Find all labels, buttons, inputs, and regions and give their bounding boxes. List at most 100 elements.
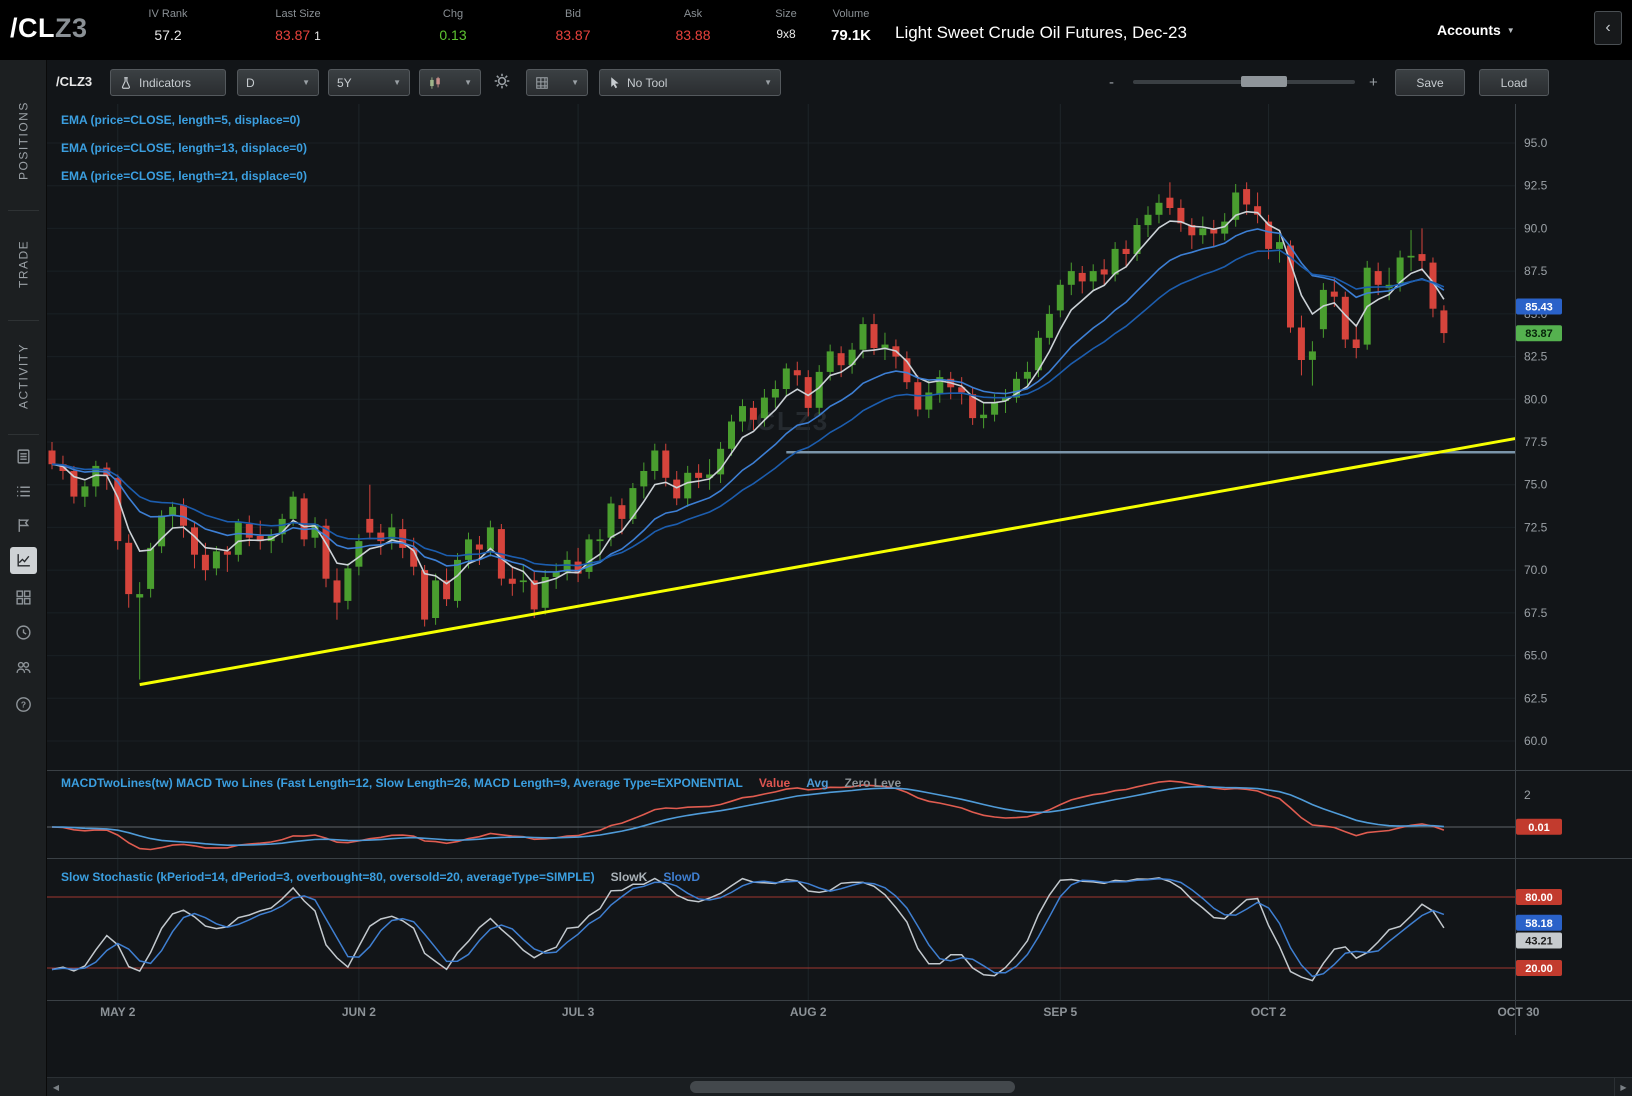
candle-body bbox=[1122, 248, 1130, 254]
candle-body bbox=[169, 506, 177, 516]
accounts-dropdown[interactable]: Accounts ▼ bbox=[1437, 22, 1515, 38]
chevron-down-icon: ▼ bbox=[393, 78, 401, 87]
load-button[interactable]: Load bbox=[1479, 69, 1549, 96]
candle-body bbox=[432, 580, 440, 618]
candle-body bbox=[1440, 310, 1448, 334]
sidebar-divider bbox=[8, 320, 39, 321]
history-clock-icon[interactable] bbox=[10, 619, 37, 646]
price-tick-label: 60.0 bbox=[1524, 734, 1548, 748]
sidebar-tab-trade[interactable]: TRADE bbox=[0, 216, 47, 312]
trendline-drawing[interactable] bbox=[139, 437, 1516, 687]
scroll-thumb[interactable] bbox=[690, 1081, 1015, 1093]
time-axis-label: OCT 2 bbox=[1251, 1005, 1287, 1019]
price-tick-label: 92.5 bbox=[1524, 179, 1548, 193]
candle-body bbox=[1243, 189, 1251, 205]
overlay-ema5 bbox=[51, 210, 1445, 585]
time-axis-label: JUN 2 bbox=[342, 1005, 376, 1019]
zoom-out-button[interactable]: - bbox=[1109, 74, 1114, 91]
chart-canvas[interactable]: 95.092.590.087.585.082.580.077.575.072.5… bbox=[47, 60, 1632, 1070]
grid-icon bbox=[536, 76, 548, 89]
axis-bubble-text: 43.21 bbox=[1525, 936, 1553, 948]
candle-body bbox=[859, 324, 867, 350]
indicators-button[interactable]: Indicators bbox=[110, 69, 226, 96]
axis-bubble-text: 80.00 bbox=[1525, 892, 1553, 904]
candle-body bbox=[333, 580, 341, 603]
chevron-down-icon: ▼ bbox=[302, 78, 310, 87]
scroll-right-arrow[interactable]: ▶ bbox=[1614, 1078, 1632, 1096]
quote-header: /CLZ3 IV Rank 57.2 Last Size 83.87 1 Chg … bbox=[0, 0, 1632, 60]
candle-body bbox=[366, 518, 374, 533]
macd-legend-value: Value bbox=[758, 776, 791, 790]
axis-bubble-text: 85.43 bbox=[1525, 302, 1553, 314]
grid-layout-dropdown[interactable]: ▼ bbox=[526, 69, 588, 96]
candle-body bbox=[245, 524, 253, 538]
chart-type-dropdown[interactable]: ▼ bbox=[419, 69, 481, 96]
candle-body bbox=[980, 414, 988, 419]
sidebar-tab-positions[interactable]: POSITIONS bbox=[0, 82, 47, 200]
macd-value-line bbox=[51, 780, 1445, 851]
candle-body bbox=[355, 541, 363, 567]
candle-body bbox=[1155, 202, 1163, 215]
sidebar-divider bbox=[8, 434, 39, 435]
price-tick-label: 77.5 bbox=[1524, 435, 1548, 449]
zoom-slider-thumb[interactable] bbox=[1241, 76, 1287, 87]
candle-body bbox=[180, 505, 187, 526]
price-tick-label: 95.0 bbox=[1524, 136, 1548, 150]
stoch-study-label[interactable]: Slow Stochastic (kPeriod=14, dPeriod=3, … bbox=[61, 870, 700, 884]
chevron-down-icon: ▼ bbox=[464, 78, 472, 87]
candle-body bbox=[212, 551, 220, 569]
chevron-down-icon: ▼ bbox=[571, 78, 579, 87]
candle-body bbox=[618, 505, 626, 519]
app-root: /CLZ3 IV Rank 57.2 Last Size 83.87 1 Chg … bbox=[0, 0, 1632, 1096]
candle-body bbox=[1308, 351, 1316, 360]
candle-body bbox=[136, 594, 144, 598]
candle-body bbox=[475, 544, 483, 550]
chart-icon[interactable] bbox=[10, 547, 37, 574]
zoom-in-button[interactable]: + bbox=[1369, 74, 1378, 91]
stoch-legend-slowk: SlowK bbox=[610, 870, 648, 884]
candle-body bbox=[114, 477, 122, 542]
candle-body bbox=[421, 570, 429, 620]
scroll-left-arrow[interactable]: ◀ bbox=[47, 1078, 65, 1096]
price-tick-label: 82.5 bbox=[1524, 350, 1548, 364]
study-labels: EMA (price=CLOSE, length=5, displace=0) … bbox=[61, 106, 307, 190]
candle-body bbox=[1056, 284, 1064, 311]
time-axis-label: SEP 5 bbox=[1043, 1005, 1077, 1019]
candle-body bbox=[1297, 327, 1305, 360]
stat-size: Size 9x8 bbox=[775, 8, 797, 41]
chart-symbol-input[interactable]: /CLZ3 bbox=[56, 74, 92, 89]
zoom-slider[interactable] bbox=[1133, 76, 1355, 87]
stat-volume: Volume 79.1K bbox=[830, 8, 872, 44]
candle-body bbox=[684, 472, 692, 499]
sidebar-tab-activity[interactable]: ACTIVITY bbox=[0, 326, 47, 426]
time-axis-label: MAY 2 bbox=[100, 1005, 136, 1019]
collapse-panel-button[interactable]: ‹ bbox=[1594, 11, 1622, 45]
candle-body bbox=[1144, 214, 1152, 226]
range-dropdown[interactable]: 5Y ▼ bbox=[328, 69, 410, 96]
candle-body bbox=[1100, 269, 1108, 275]
stoch-legend-slowd: SlowD bbox=[663, 870, 700, 884]
people-icon[interactable] bbox=[10, 654, 37, 681]
flag-icon[interactable] bbox=[10, 512, 37, 539]
study-label-ema21[interactable]: EMA (price=CLOSE, length=21, displace=0) bbox=[61, 162, 307, 190]
candle-body bbox=[1352, 339, 1360, 348]
macd-study-label[interactable]: MACDTwoLines(tw) MACD Two Lines (Fast Le… bbox=[61, 776, 901, 790]
notepad-icon[interactable] bbox=[10, 443, 37, 470]
time-axis-label: JUL 3 bbox=[562, 1005, 595, 1019]
candle-body bbox=[1330, 291, 1338, 297]
drawing-tool-dropdown[interactable]: No Tool ▼ bbox=[599, 69, 781, 96]
save-button[interactable]: Save bbox=[1395, 69, 1465, 96]
watchlist-icon[interactable] bbox=[10, 478, 37, 505]
horizontal-scrollbar[interactable]: ◀ ▶ bbox=[47, 1077, 1632, 1096]
help-icon[interactable]: ? bbox=[10, 691, 37, 718]
stat-chg: Chg 0.13 bbox=[439, 8, 467, 43]
study-label-ema13[interactable]: EMA (price=CLOSE, length=13, displace=0) bbox=[61, 134, 307, 162]
apps-grid-icon[interactable] bbox=[10, 584, 37, 611]
study-label-ema5[interactable]: EMA (price=CLOSE, length=5, displace=0) bbox=[61, 106, 307, 134]
timeframe-dropdown[interactable]: D ▼ bbox=[237, 69, 319, 96]
instrument-title: Light Sweet Crude Oil Futures, Dec-23 bbox=[895, 23, 1187, 42]
candle-body bbox=[125, 542, 133, 595]
flask-icon bbox=[121, 76, 130, 89]
settings-gear-button[interactable] bbox=[493, 72, 511, 93]
candle-body bbox=[870, 324, 878, 348]
